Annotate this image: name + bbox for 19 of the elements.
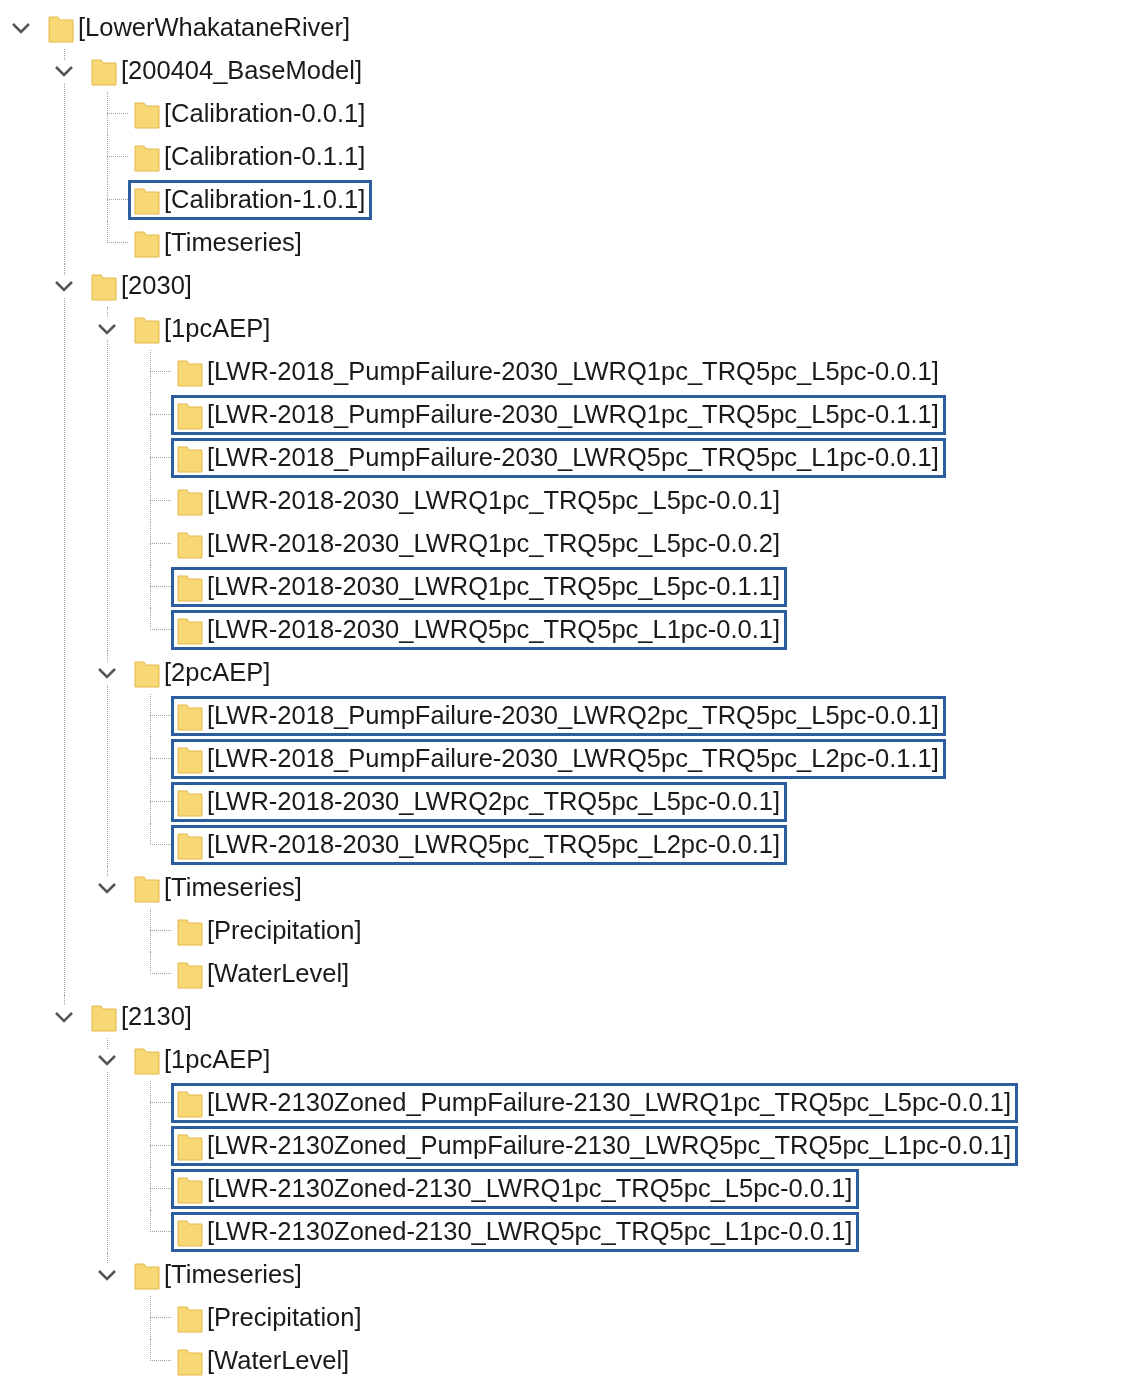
folder-label[interactable]: [Calibration-0.1.1] (164, 143, 366, 170)
folder-label[interactable]: [2pcAEP] (164, 659, 271, 686)
folder-label[interactable]: [WaterLevel] (207, 960, 350, 987)
folder-label[interactable]: [Timeseries] (164, 874, 302, 901)
folder-label[interactable]: [Timeseries] (164, 229, 302, 256)
folder-label[interactable]: [Calibration-0.0.1] (164, 100, 366, 127)
folder-label[interactable]: [2030] (121, 272, 192, 299)
folder-label[interactable]: [Precipitation] (207, 917, 362, 944)
folder-label[interactable]: [200404_BaseModel] (121, 57, 363, 84)
folder-label[interactable]: [LWR-2018_PumpFailure-2030_LWRQ1pc_TRQ5pc_L5pc-0.0.1] (207, 358, 939, 385)
folder-label[interactable]: [LWR-2018-2030_LWRQ1pc_TRQ5pc_L5pc-0.0.1] (207, 487, 781, 514)
folder-label[interactable]: [LowerWhakataneRiver] (78, 14, 351, 41)
folder-label[interactable]: [Timeseries] (164, 1261, 302, 1288)
folder-label[interactable]: [LWR-2018-2030_LWRQ1pc_TRQ5pc_L5pc-0.0.2] (207, 530, 781, 557)
folder-label[interactable]: [2130] (121, 1003, 192, 1030)
folder-label[interactable]: [1pcAEP] (164, 315, 271, 342)
folder-label[interactable]: [WaterLevel] (207, 1347, 350, 1374)
folder-label[interactable]: [Precipitation] (207, 1304, 362, 1331)
folder-label[interactable]: [1pcAEP] (164, 1046, 271, 1073)
